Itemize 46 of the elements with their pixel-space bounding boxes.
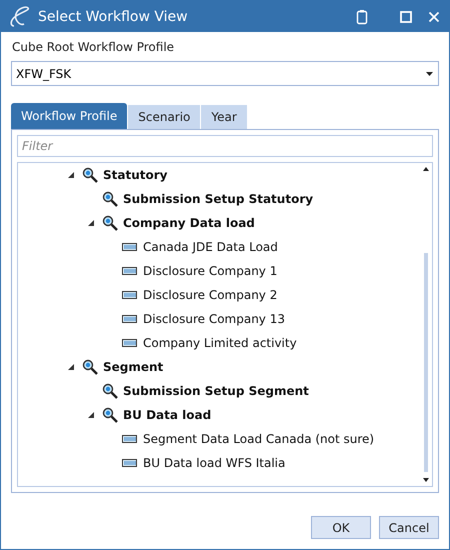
maximize-icon[interactable]: [400, 10, 412, 22]
tree-item[interactable]: BU Data load: [123, 408, 212, 422]
tree-item[interactable]: Company Limited activity: [143, 336, 297, 350]
magnifier-icon: [102, 407, 118, 423]
magnifier-icon: [102, 191, 118, 207]
tree-item[interactable]: Submission Setup Segment: [123, 384, 309, 398]
tree-item[interactable]: Statutory: [103, 168, 168, 182]
tree-item[interactable]: Submission Setup Statutory: [123, 192, 314, 206]
collapse-arrow-icon[interactable]: [88, 220, 94, 226]
close-icon[interactable]: [428, 10, 440, 22]
dialog-button[interactable]: OK: [311, 516, 371, 539]
tree-item[interactable]: Disclosure Company 1: [143, 264, 278, 278]
step-icon: [122, 434, 138, 444]
scroll-up-icon[interactable]: [423, 167, 429, 171]
window-title: Select Workflow View: [38, 8, 189, 24]
clipboard-icon[interactable]: [356, 8, 368, 24]
profile-dropdown[interactable]: XFW_FSK: [11, 61, 439, 86]
step-icon: [122, 338, 138, 348]
magnifier-icon: [82, 359, 98, 375]
magnifier-icon: [102, 215, 118, 231]
tab[interactable]: Year: [201, 105, 247, 129]
tab[interactable]: Scenario: [128, 105, 200, 129]
tree-item[interactable]: Company Data load: [123, 216, 255, 230]
magnifier-icon: [82, 167, 98, 183]
step-icon: [122, 266, 138, 276]
profile-label: Cube Root Workflow Profile: [12, 40, 176, 54]
logo-icon: [8, 6, 32, 28]
tree-item[interactable]: BU Data load WFS Italia: [143, 456, 286, 470]
tree-item[interactable]: Disclosure Company 13: [143, 312, 285, 326]
tree-item[interactable]: Disclosure Company 2: [143, 288, 278, 302]
dialog-button[interactable]: Cancel: [379, 516, 439, 539]
collapse-arrow-icon[interactable]: [68, 364, 74, 370]
step-icon: [122, 314, 138, 324]
filter-field[interactable]: Filter: [17, 135, 433, 157]
tree-item[interactable]: Segment Data Load Canada (not sure): [143, 432, 374, 446]
collapse-arrow-icon[interactable]: [88, 412, 94, 418]
magnifier-icon: [102, 383, 118, 399]
step-icon: [122, 242, 138, 252]
step-icon: [122, 458, 138, 468]
scroll-down-icon[interactable]: [423, 478, 429, 482]
tree-item[interactable]: Segment: [103, 360, 164, 374]
tree-item[interactable]: Canada JDE Data Load: [143, 240, 278, 254]
dropdown-caret-icon: [426, 72, 433, 76]
tab[interactable]: Workflow Profile: [11, 103, 128, 129]
step-icon: [122, 290, 138, 300]
collapse-arrow-icon[interactable]: [68, 172, 74, 178]
